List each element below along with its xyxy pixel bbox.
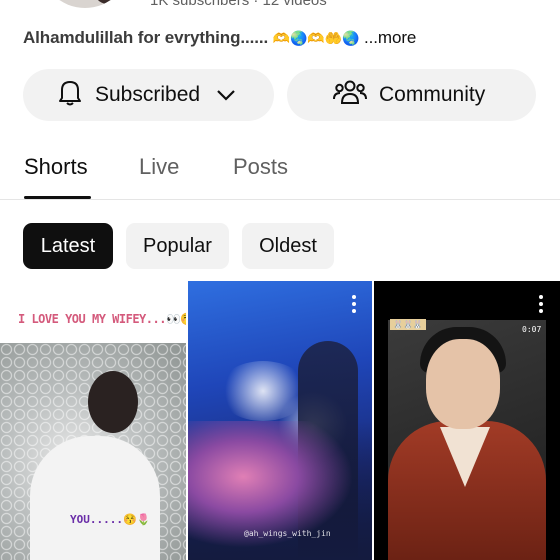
thumbnail-figure-head xyxy=(88,371,138,433)
active-tab-indicator xyxy=(24,196,91,199)
short-thumbnail-3[interactable]: 🐰🐰🐰 0:07 xyxy=(374,281,560,560)
channel-avatar[interactable] xyxy=(40,0,130,8)
people-icon xyxy=(333,79,367,111)
more-link[interactable]: ...more xyxy=(364,28,416,47)
description-text: Alhamdulillah for evrything...... xyxy=(23,28,269,47)
subscribed-label: Subscribed xyxy=(95,83,201,106)
channel-stats: 1K subscribers · 12 videos xyxy=(150,0,327,9)
community-button[interactable]: Community xyxy=(287,69,536,121)
more-options-icon[interactable] xyxy=(352,295,356,313)
short-thumbnail-2[interactable]: @ah_wings_with_jin xyxy=(188,281,372,560)
short-watermark: @ah_wings_with_jin xyxy=(244,529,331,538)
short-thumbnail-1[interactable]: I LOVE YOU MY WIFEY...👀😚 YOU.....😚🌷 xyxy=(0,281,186,560)
thumbnail-figure xyxy=(30,436,160,560)
channel-description[interactable]: Alhamdulillah for evrything...... 🫶🌏🫶🤲🌏 … xyxy=(23,28,416,48)
tab-live[interactable]: Live xyxy=(139,154,179,180)
filter-latest-chip[interactable]: Latest xyxy=(23,223,113,269)
channel-tabs: Shorts Live Posts xyxy=(0,152,560,200)
thumbnail-crowd xyxy=(188,421,372,560)
description-emojis: 🫶🌏🫶🤲🌏 xyxy=(272,31,360,47)
subscribed-button[interactable]: Subscribed xyxy=(23,69,274,121)
short-caption-top: I LOVE YOU MY WIFEY...👀😚 xyxy=(18,312,186,326)
thumbnail-face xyxy=(426,339,500,429)
bell-icon xyxy=(57,78,83,112)
more-options-icon[interactable] xyxy=(539,295,543,313)
tab-shorts[interactable]: Shorts xyxy=(24,154,88,180)
short-badge: 🐰🐰🐰 xyxy=(390,319,426,330)
tab-posts[interactable]: Posts xyxy=(233,154,288,180)
filter-oldest-chip[interactable]: Oldest xyxy=(242,223,334,269)
community-label: Community xyxy=(379,83,486,106)
filter-popular-chip[interactable]: Popular xyxy=(126,223,229,269)
short-caption-bottom: YOU.....😚🌷 xyxy=(70,513,151,526)
short-timestamp: 0:07 xyxy=(522,325,542,334)
chevron-down-icon xyxy=(216,83,236,107)
